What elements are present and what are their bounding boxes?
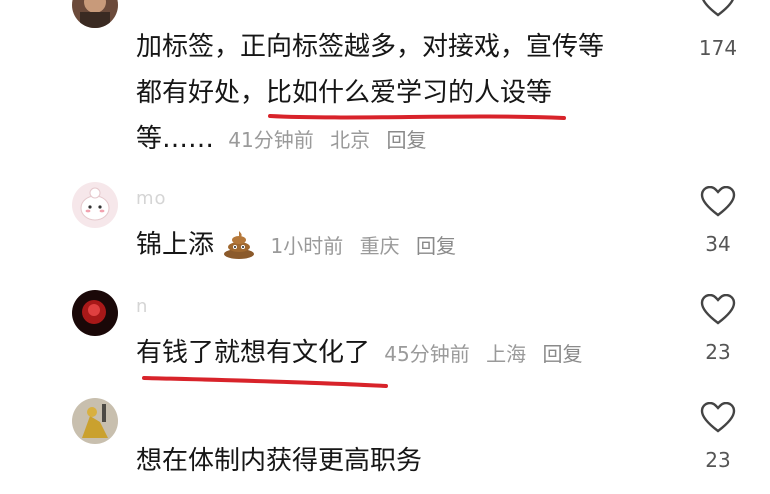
username[interactable]: n (136, 296, 148, 317)
reply-button[interactable]: 回复 (386, 128, 426, 152)
comment-meta: 45分钟前 上海 回复 (384, 342, 592, 366)
reply-button[interactable]: 回复 (542, 342, 582, 366)
comment-location: 上海 (486, 342, 527, 366)
avatar[interactable] (72, 0, 118, 28)
reply-button[interactable]: 回复 (416, 234, 456, 258)
poop-emoji-icon (224, 231, 255, 259)
comment-text-line: 锦上添 (136, 230, 215, 260)
comment-time: 45分钟前 (384, 342, 470, 366)
comment-time: 1小时前 (270, 234, 344, 258)
comment-text-tail: 等…… (136, 124, 215, 154)
like-count: 34 (705, 232, 731, 256)
comment-text: 加标签，正向标签越多，对接戏，宣传等 都有好处，比如什么爱学习的人设等 等…… … (136, 24, 656, 163)
comment-text-line: 想在体制内获得更高职务 (136, 446, 423, 476)
like-count: 23 (705, 448, 731, 472)
comment-location: 重庆 (359, 234, 400, 258)
avatar[interactable] (72, 290, 118, 336)
heart-icon[interactable] (700, 294, 736, 326)
comment-text: 有钱了就想有文化了 45分钟前 上海 回复 (136, 330, 656, 377)
comment-text-line: 等…… 41分钟前 北京 回复 (136, 116, 656, 163)
comment-meta: 1小时前 重庆 回复 (271, 234, 466, 258)
comment-text: 锦上添 1小时前 重庆 回复 (136, 222, 656, 269)
annotation-underline (142, 376, 388, 388)
heart-icon[interactable] (700, 186, 736, 218)
avatar[interactable] (72, 182, 118, 228)
comment-text: 想在体制内获得更高职务 (136, 438, 656, 484)
comment-time: 41分钟前 (228, 128, 314, 152)
heart-icon[interactable] (700, 0, 736, 18)
like-count: 23 (705, 340, 731, 364)
comment-meta: 41分钟前 北京 回复 (228, 128, 436, 152)
comment-text-line: 加标签，正向标签越多，对接戏，宣传等 (136, 32, 605, 62)
comment-text-line: 有钱了就想有文化了 (136, 338, 371, 368)
annotation-underline (268, 114, 566, 120)
comment-location: 北京 (330, 128, 371, 152)
like-count: 174 (698, 36, 738, 60)
avatar[interactable] (72, 398, 118, 444)
heart-icon[interactable] (700, 402, 736, 434)
username[interactable]: mo (136, 188, 167, 209)
